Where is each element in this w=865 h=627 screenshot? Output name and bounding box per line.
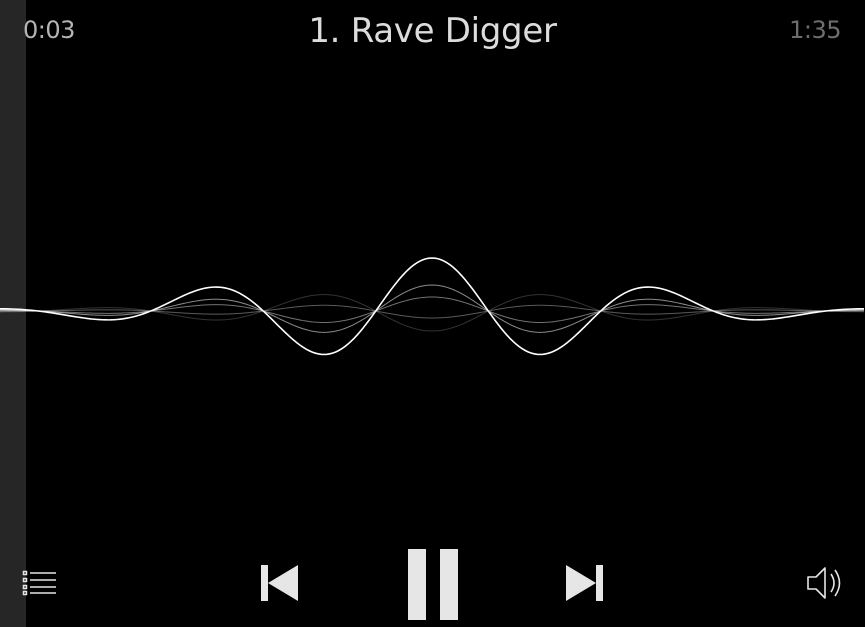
playlist-button[interactable]	[22, 570, 58, 596]
pause-button[interactable]	[405, 546, 461, 622]
skip-next-icon	[566, 565, 603, 601]
pause-icon	[408, 549, 458, 620]
next-track-button[interactable]	[564, 563, 606, 603]
speaker-icon	[807, 567, 841, 599]
waveform-line	[0, 257, 865, 356]
waveform-line	[0, 304, 864, 319]
volume-button[interactable]	[805, 565, 845, 601]
skip-previous-icon	[261, 565, 298, 601]
list-icon	[22, 570, 56, 596]
previous-track-button[interactable]	[258, 563, 300, 603]
waveform-lines	[0, 257, 865, 356]
waveform-visualizer	[0, 257, 865, 356]
